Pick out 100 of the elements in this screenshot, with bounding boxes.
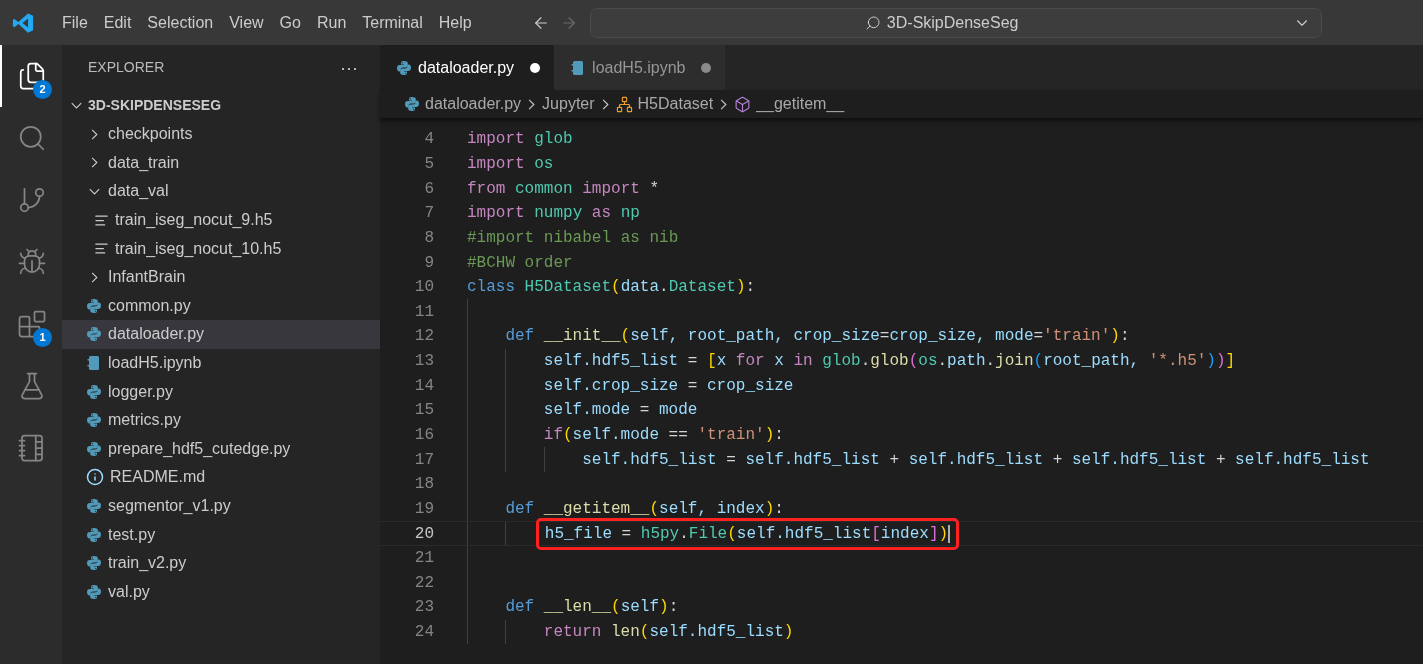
explorer-icon[interactable] [17,61,47,91]
breadcrumb-item[interactable]: __getitem__ [734,92,845,116]
code-line: def __len__(self): [505,597,679,619]
line-number: 22 [413,572,434,594]
app-logo-icon[interactable] [12,11,34,34]
chevron-right-icon [601,98,609,110]
text-cursor [948,524,951,543]
tree-item[interactable]: train_v2.py [62,548,380,578]
search-icon[interactable] [17,123,47,153]
file-name: README.md [110,467,206,488]
menu-item[interactable]: Terminal [354,7,431,38]
line-number: 20 [413,523,434,545]
line-number: 7 [423,203,434,225]
python-file-icon [86,383,102,400]
line-number: 14 [413,375,434,397]
breadcrumb-item[interactable]: dataloader.py [404,92,522,116]
file-name: InfantBrain [108,267,186,288]
code-line: #import nibabel as nib [467,227,679,249]
line-number: 6 [423,178,434,200]
search-icon [864,14,881,31]
breadcrumb-item[interactable]: Jupyter [542,92,595,116]
python-file-icon [396,59,412,76]
menu-item[interactable]: Run [308,7,355,38]
folder-name: 3D-SKIPDENSESEG [88,95,222,115]
line-number: 18 [413,474,434,496]
tree-item[interactable]: metrics.py [62,405,380,435]
line-number: 13 [413,351,434,373]
menu-item[interactable]: Edit [95,7,140,38]
menu-item[interactable]: Selection [139,7,222,38]
file-name: metrics.py [108,410,181,431]
code-line: def __getitem__(self, index): [505,498,784,520]
notebook-file-icon [86,355,102,372]
line-number: 10 [413,277,434,299]
file-name: common.py [108,295,191,316]
workspace-name: 3D-SkipDenseSeg [886,12,1019,33]
chevron-right-icon [528,98,536,110]
bug-icon[interactable] [17,247,47,277]
tree-item[interactable]: segmentor_v1.py [62,491,380,521]
code-line: if(self.mode == 'train'): [543,425,784,446]
count-badge: 2 [33,80,52,99]
menu-item[interactable]: File [54,7,96,38]
tab-label: dataloader.py [418,57,515,78]
source-control-icon[interactable] [17,185,47,215]
code-line: return len(self.hdf5_list) [543,622,794,644]
menu-item[interactable]: Go [271,7,309,38]
python-file-icon [86,326,102,343]
tree-item[interactable]: train_iseg_nocut_9.h5 [62,205,380,235]
code-line: import os [467,153,554,175]
chevron-down-icon [70,101,82,109]
tree-item[interactable]: train_iseg_nocut_10.h5 [62,234,380,263]
tree-item[interactable]: logger.py [62,377,380,406]
extensions-icon[interactable] [17,309,47,339]
editor-tab[interactable]: dataloader.py [380,45,555,90]
tree-item[interactable]: InfantBrain [62,262,380,292]
code-line: self.mode = mode [543,400,698,422]
python-file-icon [86,583,102,600]
command-center[interactable]: 3D-SkipDenseSeg [589,7,1322,38]
activity-item[interactable]: 1 [0,293,62,355]
tree-item[interactable]: data_val [62,177,380,206]
line-number: 16 [413,425,434,446]
menu-item[interactable]: Help [430,7,480,38]
line-number: 17 [413,449,434,471]
code-line: class H5Dataset(data.Dataset): [467,277,756,299]
tree-item[interactable]: prepare_hdf5_cutedge.py [62,434,380,464]
menu-item[interactable]: View [221,7,272,38]
code-line: h5_file = h5py.File(self.hdf5_list[index]) [544,523,949,545]
tree-item[interactable]: common.py [62,291,380,321]
file-name: dataloader.py [108,324,205,345]
code-line: def __init__(self, root_path, crop_size=crop_size, mode='train'): [505,326,1130,348]
info-icon [86,468,104,487]
tree-item[interactable]: data_train [62,148,380,178]
chevron-right-icon [720,98,728,110]
tree-item[interactable]: loadH5.ipynb [62,348,380,378]
line-number: 8 [423,227,434,249]
file-name: segmentor_v1.py [108,496,231,516]
breadcrumb-label: dataloader.py [425,94,522,114]
line-number: 4 [423,129,434,151]
more-actions-button[interactable]: ··· [340,58,358,77]
tree-item[interactable]: checkpoints [62,120,380,149]
tree-item[interactable]: val.py [62,577,380,607]
tree-item[interactable]: 3D-SKIPDENSESEG [62,90,380,120]
code-line: self.hdf5_list = self.hdf5_list + self.hdf5_list + self.hdf5_list + self.hdf5_list [582,449,1370,471]
python-file-icon [86,297,102,314]
tree-item[interactable]: dataloader.py [62,320,380,349]
file-name: test.py [108,524,156,545]
file-name: train_iseg_nocut_10.h5 [115,238,282,259]
tree-item[interactable]: test.py [62,520,380,549]
line-number: 15 [413,400,434,422]
editor-tab[interactable]: loadH5.ipynb [554,45,726,90]
line-number: 21 [413,548,434,570]
lines-file-icon [94,241,109,257]
tree-item[interactable]: README.md [62,463,380,492]
count-badge: 1 [33,328,52,347]
file-name: data_train [108,152,180,173]
breadcrumb-item[interactable]: H5Dataset [615,92,714,116]
python-file-icon [86,526,102,543]
code-line: from common import * [467,178,660,200]
line-number: 9 [423,252,434,274]
breadcrumb-label: __getitem__ [756,94,845,115]
line-number: 11 [413,301,434,323]
